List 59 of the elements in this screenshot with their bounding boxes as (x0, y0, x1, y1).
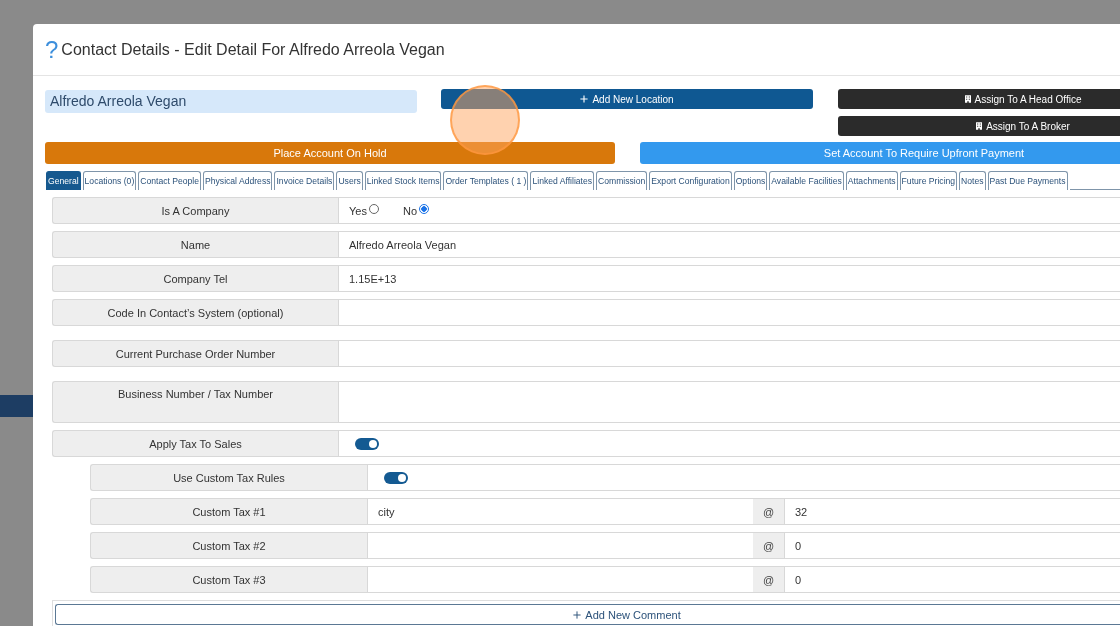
tab[interactable]: Order Templates ( 1 ) (443, 171, 529, 190)
tax-rate-field[interactable]: 0 (784, 566, 1120, 593)
tab[interactable]: Physical Address (203, 171, 273, 190)
field-label: Use Custom Tax Rules (90, 464, 367, 491)
plus-icon (573, 610, 582, 619)
tab[interactable]: Commission (596, 171, 648, 190)
field-label: Apply Tax To Sales (52, 430, 338, 457)
tax-name-field[interactable] (367, 566, 753, 593)
building-icon (976, 122, 983, 130)
text-field[interactable] (338, 340, 1120, 367)
field-label: Custom Tax #3 (90, 566, 367, 593)
tab[interactable]: Options (733, 171, 768, 190)
text-field[interactable]: Alfredo Arreola Vegan (338, 231, 1120, 258)
tab[interactable]: Linked Affiliates (530, 171, 595, 190)
tab[interactable]: Linked Stock Items (364, 171, 442, 190)
tab[interactable]: Attachments (845, 171, 898, 190)
toggle-switch[interactable] (355, 437, 379, 450)
tax-name-field[interactable]: city (367, 498, 753, 525)
radio-button[interactable] (419, 203, 429, 214)
tab[interactable]: Past Due Payments (987, 171, 1068, 190)
input-addon: @ (753, 532, 784, 559)
plus-icon (580, 95, 589, 103)
add-location-button[interactable]: Add New Location (441, 89, 813, 109)
field-label: Company Tel (52, 265, 338, 292)
tax-rate-field[interactable]: 0 (784, 532, 1120, 559)
tab[interactable]: Notes (959, 171, 986, 190)
assign-button[interactable]: Assign To A Head Office (838, 89, 1120, 109)
radio-label: Yes (349, 204, 367, 217)
tab[interactable]: Contact People (138, 171, 202, 190)
building-icon (964, 95, 971, 103)
tax-name-field[interactable] (367, 532, 753, 559)
field-label: Is A Company (52, 197, 338, 224)
input-addon: @ (753, 498, 784, 525)
tab[interactable]: Export Configuration (649, 171, 732, 190)
text-field[interactable]: 1.15E+13 (338, 265, 1120, 292)
tab[interactable]: General (46, 171, 81, 190)
field-label: Business Number / Tax Number (52, 381, 338, 423)
tab[interactable]: Available Facilities (769, 171, 844, 190)
field-label: Custom Tax #1 (90, 498, 367, 525)
radio-label: No (402, 204, 417, 217)
tax-rate-field[interactable]: 32 (784, 498, 1120, 525)
tab[interactable]: Future Pricing (899, 171, 958, 190)
input-addon: @ (753, 566, 784, 593)
field-label: Current Purchase Order Number (52, 340, 338, 367)
text-area[interactable] (338, 381, 1120, 423)
dim-sidebar-stripe (0, 395, 33, 417)
text-field[interactable] (338, 299, 1120, 326)
name-field[interactable]: Alfredo Arreola Vegan (45, 90, 417, 113)
tab[interactable]: Invoice Details (274, 171, 335, 190)
assign-button[interactable]: Assign To A Broker (838, 116, 1120, 136)
radio-button[interactable] (368, 203, 379, 214)
field-label: Code In Contact’s System (optional) (52, 299, 338, 326)
add-comment-button[interactable]: Add New Comment (55, 604, 1120, 625)
field-label: Custom Tax #2 (90, 532, 367, 559)
tab[interactable]: Locations (0) (82, 171, 137, 190)
toggle-switch[interactable] (384, 471, 408, 484)
field-label: Name (52, 231, 338, 258)
dialog-title: Contact Details - Edit Detail For Alfredo Arreola Vegan (61, 40, 445, 59)
tab[interactable]: Users (336, 171, 363, 190)
